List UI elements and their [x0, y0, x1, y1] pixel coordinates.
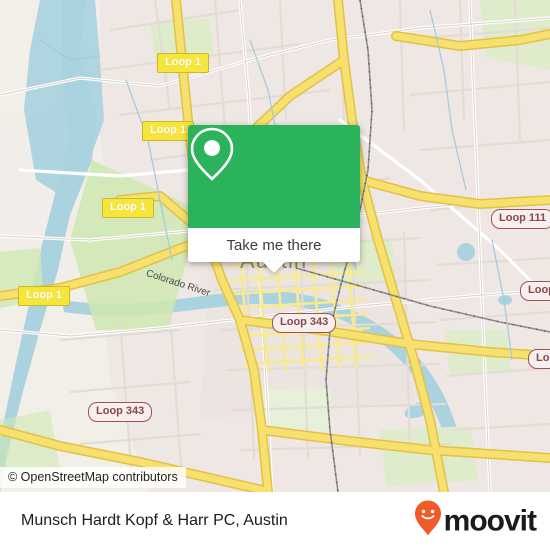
bottom-bar: Munsch Hardt Kopf & Harr PC, Austin moov…: [0, 492, 550, 550]
map-attribution[interactable]: © OpenStreetMap contributors: [0, 467, 186, 488]
popup-pointer-tail: [263, 262, 285, 273]
road-shield-loop-1[interactable]: Loop 1: [142, 121, 195, 141]
moovit-wordmark: moovit: [443, 504, 537, 537]
road-shield-loop-edge[interactable]: Loop: [520, 281, 550, 301]
moovit-branding[interactable]: moovit: [413, 500, 537, 543]
moovit-pin-icon: [413, 500, 443, 543]
popup-header: [188, 125, 360, 228]
place-title: Munsch Hardt Kopf & Harr PC, Austin: [21, 512, 288, 529]
road-shield-loop-343[interactable]: Loop 343: [88, 402, 153, 422]
road-shield-loop-1[interactable]: Loop 1: [18, 286, 71, 306]
take-me-there-button[interactable]: Take me there: [188, 228, 360, 262]
road-shield-loop-edge[interactable]: Loo: [528, 349, 550, 369]
road-shield-loop-343[interactable]: Loop 343: [272, 313, 337, 333]
road-shield-loop-111[interactable]: Loop 111: [491, 209, 550, 229]
destination-popup-card[interactable]: Take me there: [188, 125, 360, 273]
map-canvas[interactable]: Austin Colorado River Loop 1 Loop 1 Loop…: [0, 0, 550, 492]
road-shield-loop-1[interactable]: Loop 1: [102, 198, 155, 218]
screenshot-root: Austin Colorado River Loop 1 Loop 1 Loop…: [0, 0, 550, 550]
take-me-there-label: Take me there: [226, 236, 322, 254]
road-shield-loop-1[interactable]: Loop 1: [157, 53, 210, 73]
